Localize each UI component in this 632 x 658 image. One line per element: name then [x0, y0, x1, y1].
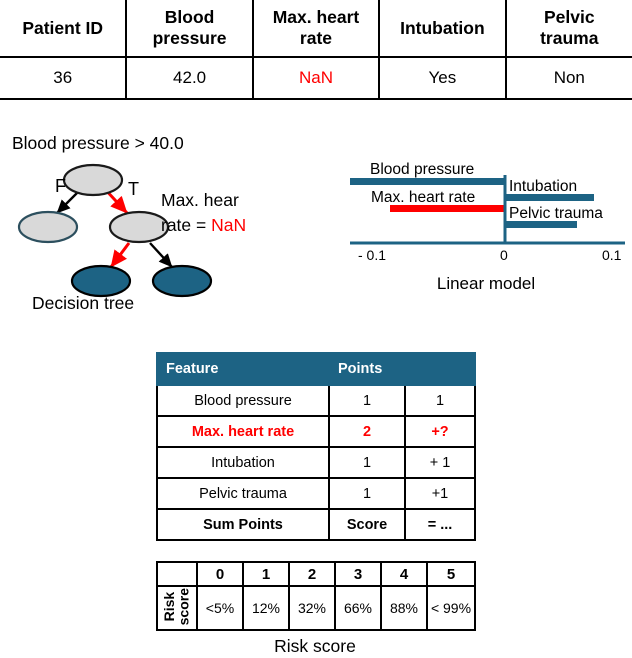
tree-node-leaf-right — [151, 264, 213, 298]
points-header-blank — [404, 352, 476, 386]
table-row: Pelvic trauma 1 +1 — [156, 477, 476, 510]
column-header-intubation: Intubation — [378, 0, 506, 58]
linear-model-chart-graphic: Blood pressure Max. heart rate Intubatio… — [350, 161, 625, 263]
points-cell-feature-pelvic-trauma: Pelvic trauma — [156, 477, 330, 510]
linear-model-chart: Blood pressure Max. heart rate Intubatio… — [340, 155, 632, 300]
risk-value-1: 12% — [242, 585, 290, 631]
points-cell-points-intubation: 1 — [328, 446, 406, 479]
risk-header-score-1: 1 — [242, 561, 290, 587]
tree-node-leaf-false — [17, 210, 79, 244]
bar-label-pelvic-trauma: Pelvic trauma — [509, 205, 603, 222]
column-header-patient-id: Patient ID — [0, 0, 127, 58]
bar-max-heart-rate — [390, 205, 505, 212]
x-tick-label-zero: 0 — [500, 247, 508, 263]
cell-intubation: Yes — [378, 57, 506, 100]
risk-score-table: 0 1 2 3 4 5 Risk score <5% 12% 32% 66% 8… — [156, 561, 476, 631]
points-sum-row: Sum Points Score = ... — [156, 508, 476, 541]
column-header-max-heart-rate: Max. heart rate — [251, 0, 380, 58]
points-cell-running-intubation: + 1 — [404, 446, 476, 479]
column-header-pelvic-trauma: Pelvic trauma — [504, 0, 632, 58]
risk-header-score-5: 5 — [426, 561, 476, 587]
risk-header-score-0: 0 — [196, 561, 244, 587]
side-annotation-line1: Max. hear — [161, 190, 239, 210]
tree-node-root — [62, 163, 124, 197]
decision-tree-caption: Decision tree — [32, 293, 135, 313]
tree-node-leaf-left — [70, 264, 132, 298]
points-header-points: Points — [328, 352, 406, 386]
tree-edge-node-right — [149, 242, 173, 268]
points-cell-feature-blood-pressure: Blood pressure — [156, 384, 330, 417]
cell-patient-id: 36 — [0, 57, 127, 100]
risk-header-score-3: 3 — [334, 561, 382, 587]
patient-record-table: Patient ID Blood pressure Max. heart rat… — [0, 0, 632, 100]
tree-edge-label-true: T — [128, 179, 139, 199]
points-cell-running-max-heart-rate: +? — [404, 415, 476, 448]
column-header-pelvic-trauma-line1: Pelvic — [543, 7, 595, 28]
bar-pelvic-trauma — [505, 221, 577, 228]
tree-edge-label-false: F — [55, 176, 66, 196]
table-row: Max. heart rate 2 +? — [156, 415, 476, 448]
bar-label-max-heart-rate: Max. heart rate — [371, 189, 475, 206]
risk-value-3: 66% — [334, 585, 382, 631]
patient-table-element: Patient ID Blood pressure Max. heart rat… — [0, 0, 632, 100]
tree-edge-node-left — [109, 242, 131, 268]
bar-intubation — [505, 194, 594, 201]
decision-tree-side-annotation: Max. hear rate = NaN — [161, 188, 246, 239]
risk-score-values-row: Risk score <5% 12% 32% 66% 88% < 99% — [156, 585, 476, 631]
table-header-row: Patient ID Blood pressure Max. heart rat… — [0, 0, 632, 58]
points-header-row: Feature Points — [156, 352, 476, 386]
points-cell-points-max-heart-rate: 2 — [328, 415, 406, 448]
decision-tree-title: Blood pressure > 40.0 — [12, 133, 184, 153]
column-header-pelvic-trauma-line2: trauma — [540, 28, 599, 48]
column-header-intubation-label: Intubation — [400, 17, 485, 38]
column-header-blood-pressure-line1: Blood — [164, 7, 215, 28]
side-annotation-value: NaN — [211, 215, 247, 236]
points-table-element: Feature Points Blood pressure 1 1 Max. h… — [156, 352, 476, 541]
risk-score-header-row: 0 1 2 3 4 5 — [156, 561, 476, 587]
bar-label-intubation: Intubation — [509, 178, 577, 195]
risk-value-0: <5% — [196, 585, 244, 631]
column-header-patient-id-label: Patient ID — [22, 17, 104, 38]
points-cell-points-pelvic-trauma: 1 — [328, 477, 406, 510]
points-cell-sum-label: Sum Points — [156, 508, 330, 541]
risk-score-caption: Risk score — [274, 636, 356, 656]
points-header-feature: Feature — [156, 352, 330, 386]
points-cell-running-pelvic-trauma: +1 — [404, 477, 476, 510]
points-cell-running-blood-pressure: 1 — [404, 384, 476, 417]
risk-value-4: 88% — [380, 585, 428, 631]
bar-label-blood-pressure: Blood pressure — [370, 161, 474, 178]
points-cell-feature-max-heart-rate: Max. heart rate — [156, 415, 330, 448]
column-header-max-heart-rate-line1: Max. heart — [272, 7, 360, 28]
column-header-max-heart-rate-line2: rate — [299, 28, 333, 48]
cell-blood-pressure: 42.0 — [125, 57, 253, 100]
linear-model-caption: Linear model — [436, 274, 536, 293]
decision-tree-diagram: Blood pressure > 40.0 F T Max. hear rate… — [0, 133, 330, 323]
risk-header-score-2: 2 — [288, 561, 336, 587]
side-annotation-line2-prefix: rate = — [161, 215, 212, 236]
cell-pelvic-trauma: Non — [504, 57, 632, 100]
points-cell-feature-intubation: Intubation — [156, 446, 330, 479]
points-cell-points-blood-pressure: 1 — [328, 384, 406, 417]
risk-header-score-4: 4 — [380, 561, 428, 587]
cell-max-heart-rate: NaN — [251, 57, 380, 100]
points-scoring-table: Feature Points Blood pressure 1 1 Max. h… — [156, 352, 476, 541]
column-header-blood-pressure-line2: pressure — [152, 28, 227, 48]
points-cell-sum-score: Score — [328, 508, 406, 541]
table-row: Intubation 1 + 1 — [156, 446, 476, 479]
bar-blood-pressure — [350, 178, 505, 185]
column-header-blood-pressure: Blood pressure — [125, 0, 253, 58]
risk-score-row-label: Risk score — [156, 585, 198, 631]
risk-header-corner-blank — [156, 561, 198, 587]
x-tick-label-min: - 0.1 — [358, 247, 386, 263]
risk-value-2: 32% — [288, 585, 336, 631]
table-row: Blood pressure 1 1 — [156, 384, 476, 417]
points-cell-sum-result: = ... — [404, 508, 476, 541]
risk-value-5: < 99% — [426, 585, 476, 631]
risk-score-row-label-text: Risk score — [161, 587, 192, 626]
table-row: 36 42.0 NaN Yes Non — [0, 57, 632, 100]
tree-node-internal-true — [108, 210, 170, 244]
x-tick-label-max: 0.1 — [602, 247, 622, 263]
risk-table-element: 0 1 2 3 4 5 Risk score <5% 12% 32% 66% 8… — [156, 561, 476, 631]
